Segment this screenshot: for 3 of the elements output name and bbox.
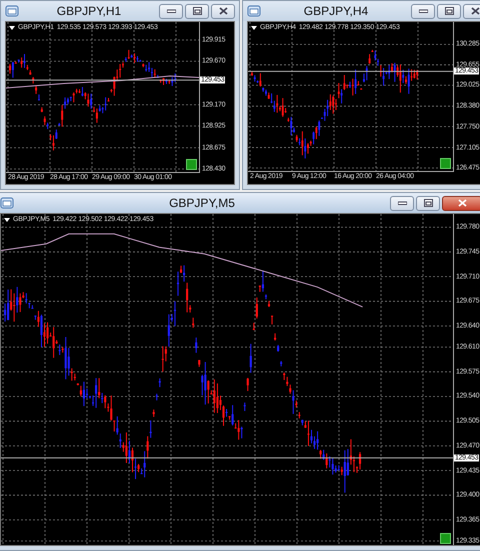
window-title: GBPJPY,H1 xyxy=(56,4,122,18)
window-title: GBPJPY,M5 xyxy=(168,196,236,210)
window-title: GBPJPY,H4 xyxy=(302,4,370,18)
